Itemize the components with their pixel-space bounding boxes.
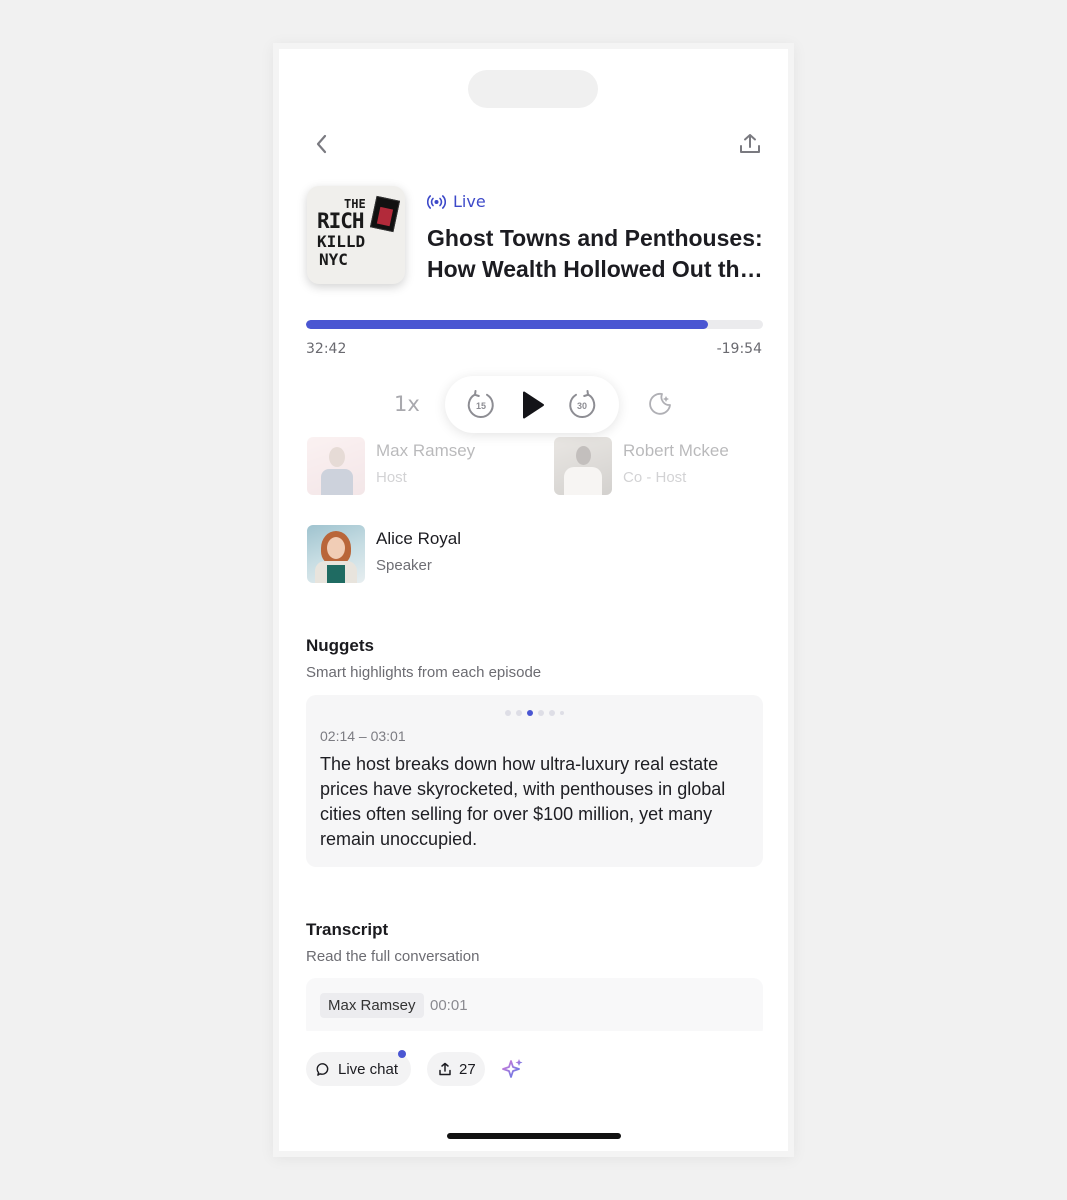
cover-lettering: THE RICH KILLD NYC (317, 198, 366, 268)
sleep-timer-button[interactable] (645, 389, 675, 419)
broadcast-icon (427, 194, 446, 209)
phone-frame: THE RICH KILLD NYC Live Ghost Towns and … (273, 43, 794, 1157)
forward-button[interactable]: 30 (566, 389, 598, 421)
chat-bubble-icon (316, 1062, 329, 1076)
person-speaker[interactable]: Alice Royal Speaker (307, 525, 461, 583)
cover-line: KILLD (317, 232, 366, 251)
unread-badge (398, 1050, 406, 1058)
sparkle-icon (502, 1059, 523, 1078)
person-cohost[interactable]: Robert Mckee Co - Host (554, 437, 729, 495)
nuggets-subtitle: Smart highlights from each episode (306, 664, 542, 681)
person-role: Speaker (376, 557, 432, 574)
cover-line: RICH (317, 209, 365, 233)
progress-bar[interactable] (306, 320, 763, 329)
live-chat-button[interactable]: Live chat (306, 1052, 411, 1086)
episode-cover[interactable]: THE RICH KILLD NYC (307, 186, 405, 284)
avatar (307, 525, 365, 583)
person-role: Co - Host (623, 469, 687, 486)
playback-controls: 15 30 (445, 376, 619, 433)
live-indicator: Live (427, 192, 486, 211)
carousel-dot[interactable] (560, 711, 564, 715)
nugget-text: The host breaks down how ultra-luxury re… (320, 754, 726, 849)
carousel-dot[interactable] (549, 710, 555, 716)
person-name: Max Ramsey (376, 441, 476, 460)
person-host[interactable]: Max Ramsey Host (307, 437, 475, 495)
rewind-seconds: 15 (476, 401, 486, 411)
person-role: Host (376, 469, 407, 486)
live-label: Live (453, 192, 486, 211)
playback-speed-button[interactable]: 1x (394, 392, 420, 416)
home-indicator (447, 1133, 621, 1139)
person-name: Robert Mckee (623, 441, 729, 460)
carousel-dot[interactable] (516, 710, 522, 716)
carousel-dot[interactable] (505, 710, 511, 716)
forward-30-icon: 30 (569, 390, 596, 419)
avatar (554, 437, 612, 495)
rewind-15-icon: 15 (467, 390, 494, 419)
carousel-dot[interactable] (527, 710, 533, 716)
play-button[interactable] (516, 388, 550, 422)
ai-assistant-button[interactable] (501, 1057, 525, 1081)
carousel-dot[interactable] (538, 710, 544, 716)
remaining-time: -19:54 (716, 341, 762, 357)
nugget-card[interactable]: 02:14 – 03:01 The host breaks down how u… (306, 695, 763, 867)
chevron-left-icon (316, 134, 327, 154)
transcript-speaker: Max Ramsey (320, 993, 424, 1018)
cover-book-image (369, 195, 401, 233)
moon-icon (649, 392, 671, 415)
nugget-time-range: 02:14 – 03:01 (320, 728, 406, 744)
share-count-button[interactable]: 27 (427, 1052, 485, 1086)
transcript-time: 00:01 (430, 997, 468, 1014)
share-count: 27 (459, 1060, 476, 1078)
elapsed-time: 32:42 (306, 341, 347, 357)
live-chat-label: Live chat (338, 1060, 399, 1078)
forward-seconds: 30 (577, 401, 587, 411)
nuggets-title: Nuggets (306, 636, 374, 655)
share-icon (740, 134, 760, 153)
avatar (307, 437, 365, 495)
episode-title-line: How Wealth Hollowed Out the City (427, 256, 772, 282)
progress-fill (306, 320, 709, 329)
carousel-dots (505, 710, 564, 716)
share-button[interactable] (735, 129, 765, 159)
transcript-card[interactable]: Max Ramsey 00:01 (306, 978, 763, 1038)
cover-line: NYC (319, 250, 348, 269)
rewind-button[interactable]: 15 (465, 389, 497, 421)
play-icon (523, 391, 544, 419)
transcript-title: Transcript (306, 920, 389, 939)
back-button[interactable] (307, 129, 337, 159)
share-icon (439, 1062, 451, 1076)
episode-title: Ghost Towns and Penthouses: How Wealth H… (427, 223, 772, 285)
episode-title-line: Ghost Towns and Penthouses: (427, 225, 763, 251)
dynamic-island (468, 70, 598, 108)
transcript-subtitle: Read the full conversation (306, 948, 480, 965)
person-name: Alice Royal (376, 529, 462, 548)
